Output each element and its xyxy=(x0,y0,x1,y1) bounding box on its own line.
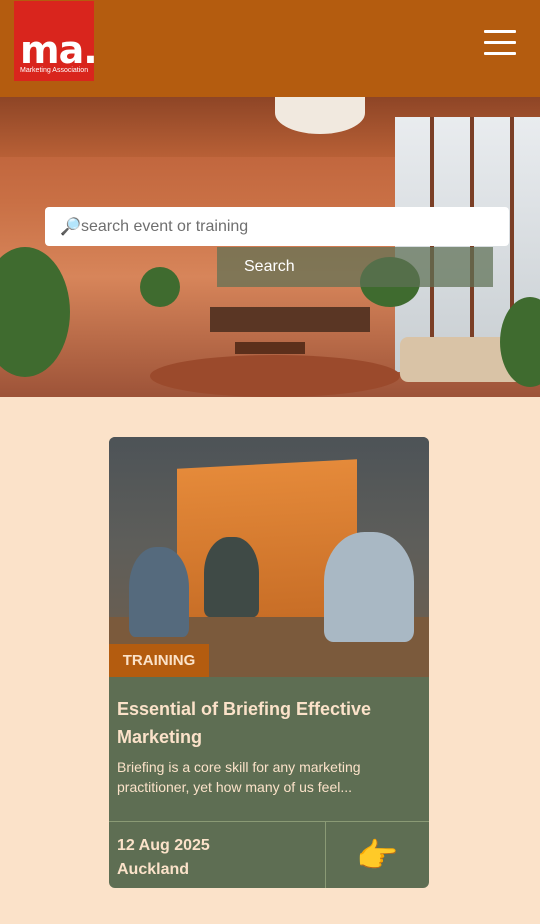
event-location: Auckland xyxy=(117,861,190,878)
hero-banner: 🔎 search event or training Search xyxy=(0,97,540,397)
logo-text: ma. xyxy=(20,28,98,72)
search-icon: 🔎 xyxy=(60,217,82,236)
event-description: Briefing is a core skill for any marketi… xyxy=(117,759,361,795)
event-image xyxy=(109,437,429,677)
event-card[interactable]: TRAINING Essential of Briefing Effective… xyxy=(109,437,429,888)
hamburger-icon xyxy=(484,30,516,33)
pointing-hand-icon[interactable]: 👉 xyxy=(326,822,429,888)
search-input[interactable]: 🔎 search event or training xyxy=(45,207,509,246)
logo-subtext: Marketing Association xyxy=(20,67,89,74)
top-bar: ma. Marketing Association xyxy=(0,0,540,97)
event-date: 12 Aug 2025 xyxy=(117,837,210,854)
logo[interactable]: ma. Marketing Association xyxy=(14,1,98,81)
category-badge: TRAINING xyxy=(109,644,209,677)
card-footer: 12 Aug 2025 Auckland 👉 xyxy=(109,821,429,888)
event-title[interactable]: Essential of Briefing Effective Marketin… xyxy=(117,695,417,751)
hamburger-menu-button[interactable] xyxy=(482,28,518,56)
search-button[interactable]: Search xyxy=(217,247,493,287)
search-placeholder: search event or training xyxy=(81,217,249,235)
